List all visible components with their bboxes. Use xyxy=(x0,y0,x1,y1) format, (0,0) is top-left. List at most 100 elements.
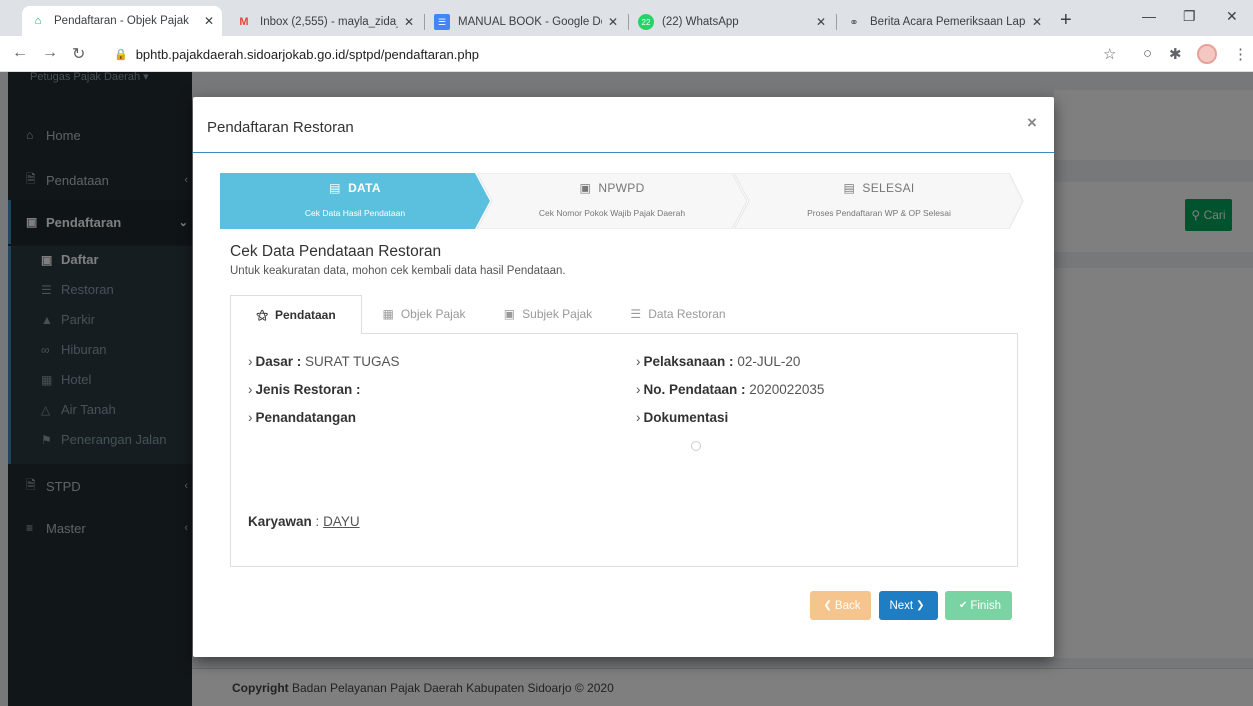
profile-avatar[interactable] xyxy=(1197,44,1217,64)
tab-label: Subjek Pajak xyxy=(522,307,593,321)
back-button[interactable]: ❮ Back xyxy=(810,591,871,620)
tab-title: (22) WhatsApp xyxy=(662,16,739,28)
modal-close-button[interactable]: × xyxy=(1027,113,1037,133)
pendataan-tab-panel: › Dasar : SURAT TUGAS › Jenis Restoran : ›… xyxy=(230,333,1018,567)
field-dokumentasi: › Dokumentasi xyxy=(636,410,728,425)
karyawan-link[interactable]: DAYU xyxy=(323,514,360,529)
step-sublabel: Proses Pendaftaran WP & OP Selesai xyxy=(807,208,951,218)
list-icon: ▤ xyxy=(329,181,341,195)
browser-tab-docs[interactable]: ☰ MANUAL BOOK - Google Docs ✕ xyxy=(426,8,626,36)
browser-tab-pendaftaran[interactable]: ⌂ Pendaftaran - Objek Pajak ✕ xyxy=(22,6,222,36)
tab-objek-pajak[interactable]: ▦ Objek Pajak xyxy=(362,295,486,333)
tab-separator xyxy=(836,14,837,30)
field-penandatangan: › Penandatangan xyxy=(248,410,356,425)
back-button-label: Back xyxy=(834,599,861,612)
building-icon: ▦ xyxy=(382,307,394,321)
tab-data-restoran[interactable]: ☰ Data Restoran xyxy=(610,295,746,333)
wizard-steps: ▤ DATA Cek Data Hasil Pendataan ▣ NPWPD … xyxy=(220,173,1024,229)
next-button-label: Next xyxy=(889,599,914,612)
chevron-right-icon: › xyxy=(248,410,253,425)
forward-arrow-icon[interactable]: → xyxy=(42,44,58,62)
chevron-right-icon: › xyxy=(248,354,253,369)
tab-label: Objek Pajak xyxy=(400,307,466,321)
puzzle-extension-icon[interactable]: ✱ xyxy=(1169,45,1182,63)
wizard-step-data[interactable]: ▤ DATA Cek Data Hasil Pendataan xyxy=(220,173,490,229)
reload-icon[interactable]: ↻ xyxy=(72,44,85,64)
field-label: Pelaksanaan : xyxy=(643,354,734,369)
id-badge-icon: ▣ xyxy=(503,307,516,321)
arrow-left-circle-icon: ❮ xyxy=(823,600,832,611)
lock-icon: 🔒 xyxy=(114,48,128,61)
bookmark-star-icon[interactable]: ☆ xyxy=(1103,45,1116,63)
field-dasar: › Dasar : SURAT TUGAS xyxy=(248,354,400,369)
field-no-pendataan: › No. Pendataan : 2020022035 xyxy=(636,382,824,397)
tab-separator xyxy=(424,14,425,30)
close-tab-icon[interactable]: ✕ xyxy=(204,14,214,28)
field-pelaksanaan: › Pelaksanaan : 02-JUL-20 xyxy=(636,354,800,369)
tab-label: Data Restoran xyxy=(648,307,726,321)
field-value: 02-JUL-20 xyxy=(733,354,801,369)
tab-separator xyxy=(628,14,629,30)
next-button[interactable]: Next ❯ xyxy=(879,591,938,620)
close-tab-icon[interactable]: ✕ xyxy=(816,15,826,29)
tab-title: Berita Acara Pemeriksaan Lapa xyxy=(870,16,1026,28)
tab-subjek-pajak[interactable]: ▣ Subjek Pajak xyxy=(486,295,610,333)
docs-icon: ☰ xyxy=(434,14,450,30)
list-icon: ▤ xyxy=(843,181,856,195)
url-text: bphtb.pajakdaerah.sidoarjokab.go.id/sptp… xyxy=(135,46,480,62)
tab-title: Pendaftaran - Objek Pajak xyxy=(54,15,189,27)
modal-title: Pendaftaran Restoran xyxy=(207,119,354,136)
modal-header: Pendaftaran Restoran × xyxy=(193,97,1054,153)
content-tabs: ⚝ Pendataan ▦ Objek Pajak ▣ Subjek Pajak ☰ D… xyxy=(230,295,1018,334)
back-arrow-icon[interactable]: ← xyxy=(12,44,28,62)
step-label: ▣ NPWPD xyxy=(579,181,645,195)
field-label: Jenis Restoran : xyxy=(255,382,361,397)
field-label: Dokumentasi xyxy=(643,410,729,425)
close-tab-icon[interactable]: ✕ xyxy=(1032,15,1042,29)
step-sublabel: Cek Data Hasil Pendataan xyxy=(304,208,406,218)
whatsapp-icon: 22 xyxy=(638,14,654,30)
field-label: Dasar : xyxy=(255,354,302,369)
field-label: Karyawan xyxy=(248,514,312,529)
wizard-step-selesai[interactable]: ▤ SELESAI Proses Pendaftaran WP & OP Sel… xyxy=(734,173,1024,229)
field-separator: : xyxy=(311,514,324,529)
browser-tab-gmail[interactable]: M Inbox (2,555) - mayla_zida_26 ✕ xyxy=(228,8,422,36)
tab-pendataan[interactable]: ⚝ Pendataan xyxy=(230,295,362,334)
finish-button[interactable]: ✔ Finish xyxy=(945,591,1012,620)
tab-title: MANUAL BOOK - Google Docs xyxy=(458,16,602,28)
close-tab-icon[interactable]: ✕ xyxy=(608,15,618,29)
restaurant-icon: ☰ xyxy=(630,307,642,321)
gmail-icon: M xyxy=(239,16,249,28)
wizard-step-npwpd[interactable]: ▣ NPWPD Cek Nomor Pokok Wajib Pajak Daer… xyxy=(477,173,747,229)
globe-icon: ⚭ xyxy=(849,16,859,29)
field-label: Penandatangan xyxy=(255,410,357,425)
restore-button[interactable]: ❐ xyxy=(1183,8,1196,25)
step-label: ▤ SELESAI xyxy=(843,181,915,195)
section-title: Cek Data Pendataan Restoran xyxy=(230,243,442,260)
field-value: SURAT TUGAS xyxy=(301,354,400,369)
section-description: Untuk keakuratan data, mohon cek kembali… xyxy=(230,265,566,277)
finish-button-label: Finish xyxy=(970,599,1002,612)
id-badge-icon: ▣ xyxy=(579,181,592,195)
home-icon: ⌂ xyxy=(34,15,42,27)
check-circle-icon: ✔ xyxy=(958,600,968,611)
browser-tab-whatsapp[interactable]: 22 (22) WhatsApp ✕ xyxy=(630,8,834,36)
extension-circle-icon[interactable]: ○ xyxy=(1143,45,1152,62)
browser-tab-strip: ⌂ Pendaftaran - Objek Pajak ✕ M Inbox (2… xyxy=(0,0,1253,36)
arrow-right-circle-icon: ❯ xyxy=(916,600,925,611)
close-tab-icon[interactable]: ✕ xyxy=(404,15,414,29)
address-bar-row: ← → ↻ 🔒 bphtb.pajakdaerah.sidoarjokab.go… xyxy=(0,36,1253,72)
window-close-button[interactable]: ✕ xyxy=(1226,8,1238,25)
url-bar[interactable]: 🔒 bphtb.pajakdaerah.sidoarjokab.go.id/sp… xyxy=(104,41,1184,67)
tab-label: Pendataan xyxy=(274,308,336,322)
dokumentasi-image-placeholder[interactable] xyxy=(691,441,701,451)
field-karyawan: Karyawan : DAYU xyxy=(248,514,360,529)
menu-kebab-icon[interactable]: ⋮ xyxy=(1233,45,1248,63)
browser-tab-berita[interactable]: ⚭ Berita Acara Pemeriksaan Lapa ✕ xyxy=(838,8,1050,36)
field-value: 2020022035 xyxy=(745,382,825,397)
new-tab-button[interactable]: + xyxy=(1060,9,1072,32)
minimize-button[interactable]: — xyxy=(1142,8,1156,24)
handshake-icon: ⚝ xyxy=(256,307,268,322)
step-sublabel: Cek Nomor Pokok Wajib Pajak Daerah xyxy=(538,208,686,218)
chevron-right-icon: › xyxy=(636,354,641,369)
